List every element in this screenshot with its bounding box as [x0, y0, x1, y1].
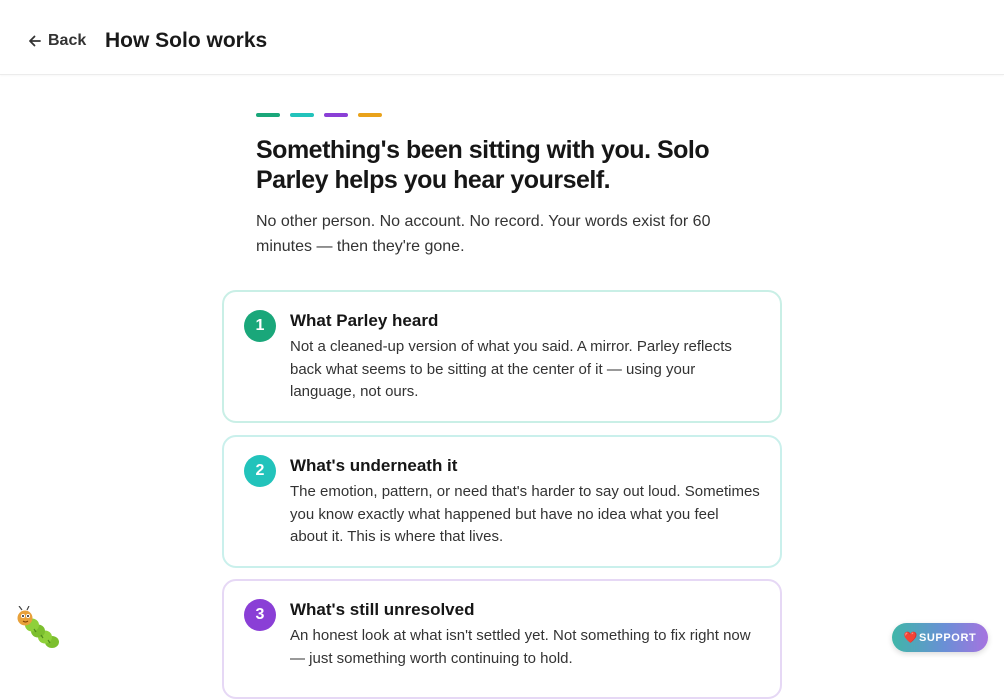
- step-badge-1: 1: [244, 310, 276, 342]
- hero-heading: Something's been sitting with you. Solo …: [256, 136, 710, 194]
- step-body-2: The emotion, pattern, or need that's har…: [290, 483, 760, 545]
- back-button[interactable]: Back: [28, 30, 86, 52]
- step-card-3: 3 What's still unresolved An honest look…: [222, 579, 782, 699]
- caterpillar-icon[interactable]: [14, 605, 62, 652]
- support-label: SUPPORT: [918, 631, 977, 644]
- accent-bars: [256, 113, 382, 117]
- step-card-1: 1 What Parley heard Not a cleaned-up ver…: [222, 290, 782, 423]
- accent-bar-purple: [324, 113, 348, 117]
- accent-bar-teal: [290, 113, 314, 117]
- support-button[interactable]: ❤️ SUPPORT: [892, 623, 988, 652]
- back-label: Back: [48, 32, 87, 49]
- step-badge-2: 2: [244, 455, 276, 487]
- step-badge-3: 3: [244, 599, 276, 631]
- step-card-2: 2 What's underneath it The emotion, patt…: [222, 435, 782, 568]
- heart-icon: ❤️: [903, 632, 918, 644]
- hero-subtext: No other person. No account. No record. …: [256, 213, 711, 255]
- step-body-1: Not a cleaned-up version of what you sai…: [290, 338, 732, 400]
- arrow-left-icon: [28, 34, 42, 48]
- accent-bar-amber: [358, 113, 382, 117]
- top-bar: Back How Solo works: [0, 0, 1004, 75]
- step-title-2: What's underneath it: [290, 456, 458, 475]
- step-body-3: An honest look at what isn't settled yet…: [290, 627, 751, 667]
- step-title-3: What's still unresolved: [290, 600, 475, 619]
- step-title-1: What Parley heard: [290, 311, 439, 330]
- accent-bar-green: [256, 113, 280, 117]
- page-title: How Solo works: [105, 29, 268, 52]
